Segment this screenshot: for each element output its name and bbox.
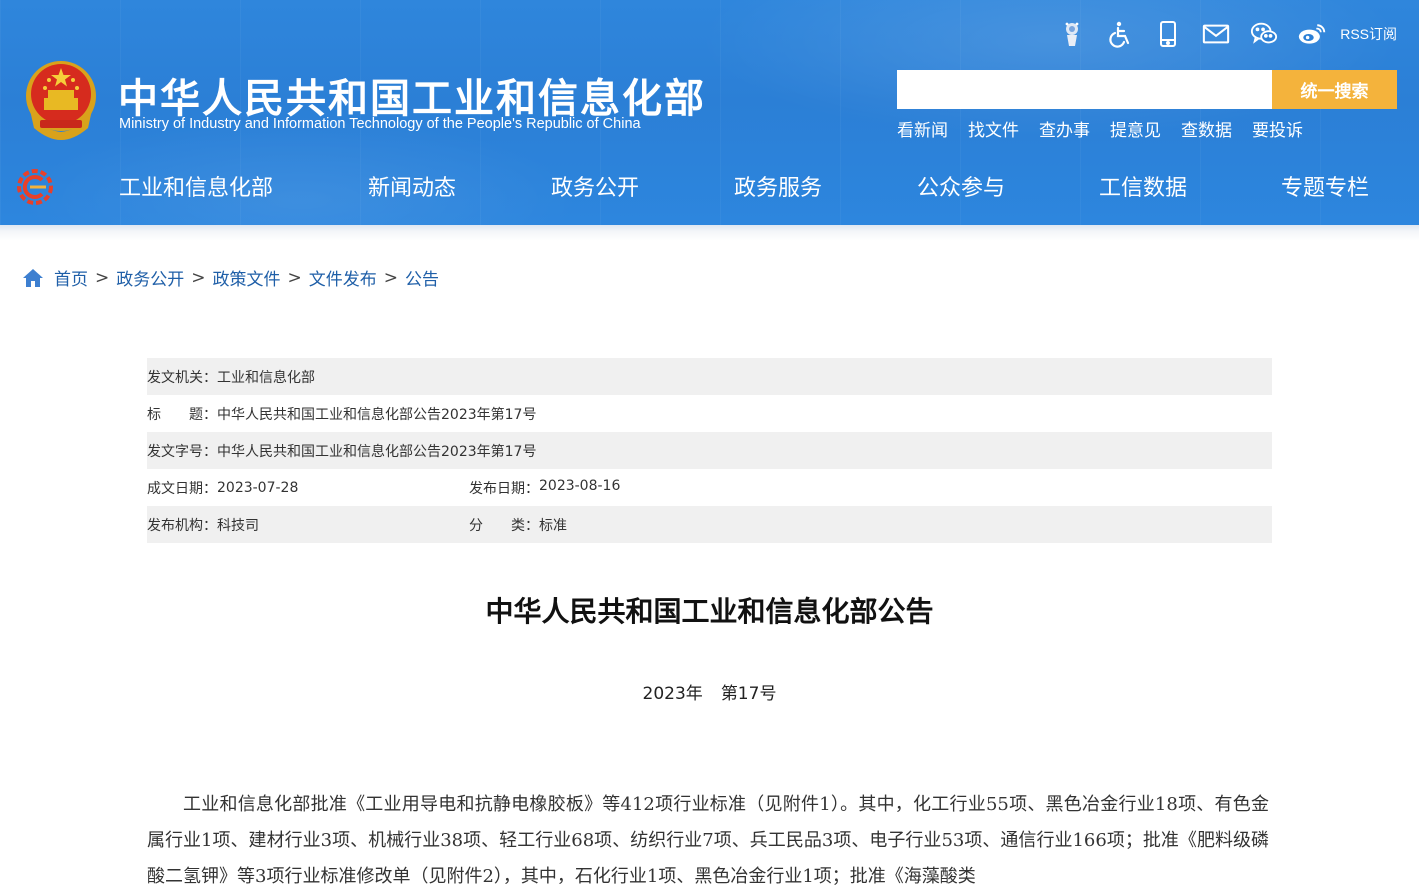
meta-value-doc-number: 中华人民共和国工业和信息化部公告2023年第17号 — [217, 443, 537, 460]
meta-value-title: 中华人民共和国工业和信息化部公告2023年第17号 — [217, 406, 537, 423]
document-metadata: 发文机关： 工业和信息化部 标 题： 中华人民共和国工业和信息化部公告2023年… — [147, 358, 1272, 543]
breadcrumb: 首页 > 政务公开 > 政策文件 > 文件发布 > 公告 — [22, 265, 439, 290]
main-nav: 工业和信息化部 新闻动态 政务公开 政务服务 公众参与 工信数据 专题专栏 — [0, 170, 1419, 206]
meta-value-published: 2023-08-16 — [539, 477, 621, 494]
mail-icon[interactable] — [1202, 19, 1230, 49]
meta-label: 发布机构： — [147, 517, 217, 534]
search-button[interactable]: 统一搜索 — [1272, 70, 1397, 109]
site-subtitle: Ministry of Industry and Information Tec… — [119, 116, 641, 132]
nav-item-services[interactable]: 政务服务 — [734, 170, 822, 202]
header-toolbar: RSS订阅 — [1058, 16, 1397, 52]
home-icon[interactable] — [22, 267, 44, 289]
meta-value-issuer: 工业和信息化部 — [217, 369, 315, 386]
meta-label: 成文日期： — [147, 480, 217, 497]
nav-item-ministry[interactable]: 工业和信息化部 — [119, 170, 273, 202]
meta-label: 发文字号： — [147, 443, 217, 460]
meta-row-issuer: 发文机关： 工业和信息化部 — [147, 358, 1272, 395]
rss-subscribe-link[interactable]: RSS订阅 — [1340, 24, 1397, 44]
nav-item-participation[interactable]: 公众参与 — [917, 170, 1005, 202]
meta-label: 分 类： — [469, 517, 539, 534]
quick-link-data[interactable]: 查数据 — [1181, 116, 1232, 141]
nav-item-news[interactable]: 新闻动态 — [368, 170, 456, 202]
search-input[interactable] — [897, 70, 1273, 109]
wechat-icon[interactable] — [1250, 19, 1278, 49]
breadcrumb-gov-affairs[interactable]: 政务公开 — [116, 265, 184, 290]
meta-label: 发布日期： — [469, 480, 539, 497]
quick-link-services[interactable]: 查办事 — [1039, 116, 1090, 141]
meta-value-created: 2023-07-28 — [217, 479, 299, 496]
meta-row-doc-number: 发文字号： 中华人民共和国工业和信息化部公告2023年第17号 — [147, 432, 1272, 469]
quick-link-complaint[interactable]: 要投诉 — [1252, 116, 1303, 141]
breadcrumb-home[interactable]: 首页 — [54, 265, 88, 290]
article-issue: 第17号 — [720, 684, 777, 704]
nav-item-data[interactable]: 工信数据 — [1099, 170, 1187, 202]
site-header: 中华人民共和国工业和信息化部 Ministry of Industry and … — [0, 0, 1419, 225]
quick-link-feedback[interactable]: 提意见 — [1110, 116, 1161, 141]
meta-row-dates: 成文日期： 2023-07-28 发布日期： 2023-08-16 — [147, 469, 1272, 506]
breadcrumb-notice[interactable]: 公告 — [405, 265, 439, 290]
nav-item-topics[interactable]: 专题专栏 — [1281, 170, 1369, 202]
accessibility-icon[interactable] — [1106, 19, 1134, 49]
quick-links: 看新闻 找文件 查办事 提意见 查数据 要投诉 — [897, 116, 1303, 141]
elder-mode-icon[interactable] — [1058, 19, 1086, 49]
meta-value-category: 标准 — [539, 517, 567, 534]
article-number: 2023年 第17号 — [0, 679, 1419, 704]
quick-link-news[interactable]: 看新闻 — [897, 116, 948, 141]
nav-item-gov-affairs[interactable]: 政务公开 — [551, 170, 639, 202]
meta-label: 发文机关： — [147, 369, 217, 386]
meta-value-org: 科技司 — [217, 517, 259, 534]
weibo-icon[interactable] — [1298, 19, 1326, 49]
header-divider — [0, 225, 1419, 241]
article-body: 工业和信息化部批准《工业用导电和抗静电橡胶板》等412项行业标准（见附件1）。其… — [147, 794, 1269, 887]
meta-label: 标 题： — [147, 406, 217, 423]
article-title: 中华人民共和国工业和信息化部公告 — [485, 595, 934, 628]
breadcrumb-policy-docs[interactable]: 政策文件 — [213, 265, 281, 290]
meta-row-org: 发布机构： 科技司 分 类： 标准 — [147, 506, 1272, 543]
national-emblem-icon — [26, 61, 96, 140]
quick-link-files[interactable]: 找文件 — [968, 116, 1019, 141]
breadcrumb-doc-release[interactable]: 文件发布 — [309, 265, 377, 290]
article-year: 2023年 — [642, 684, 703, 704]
mobile-icon[interactable] — [1154, 19, 1182, 49]
meta-row-title: 标 题： 中华人民共和国工业和信息化部公告2023年第17号 — [147, 395, 1272, 432]
